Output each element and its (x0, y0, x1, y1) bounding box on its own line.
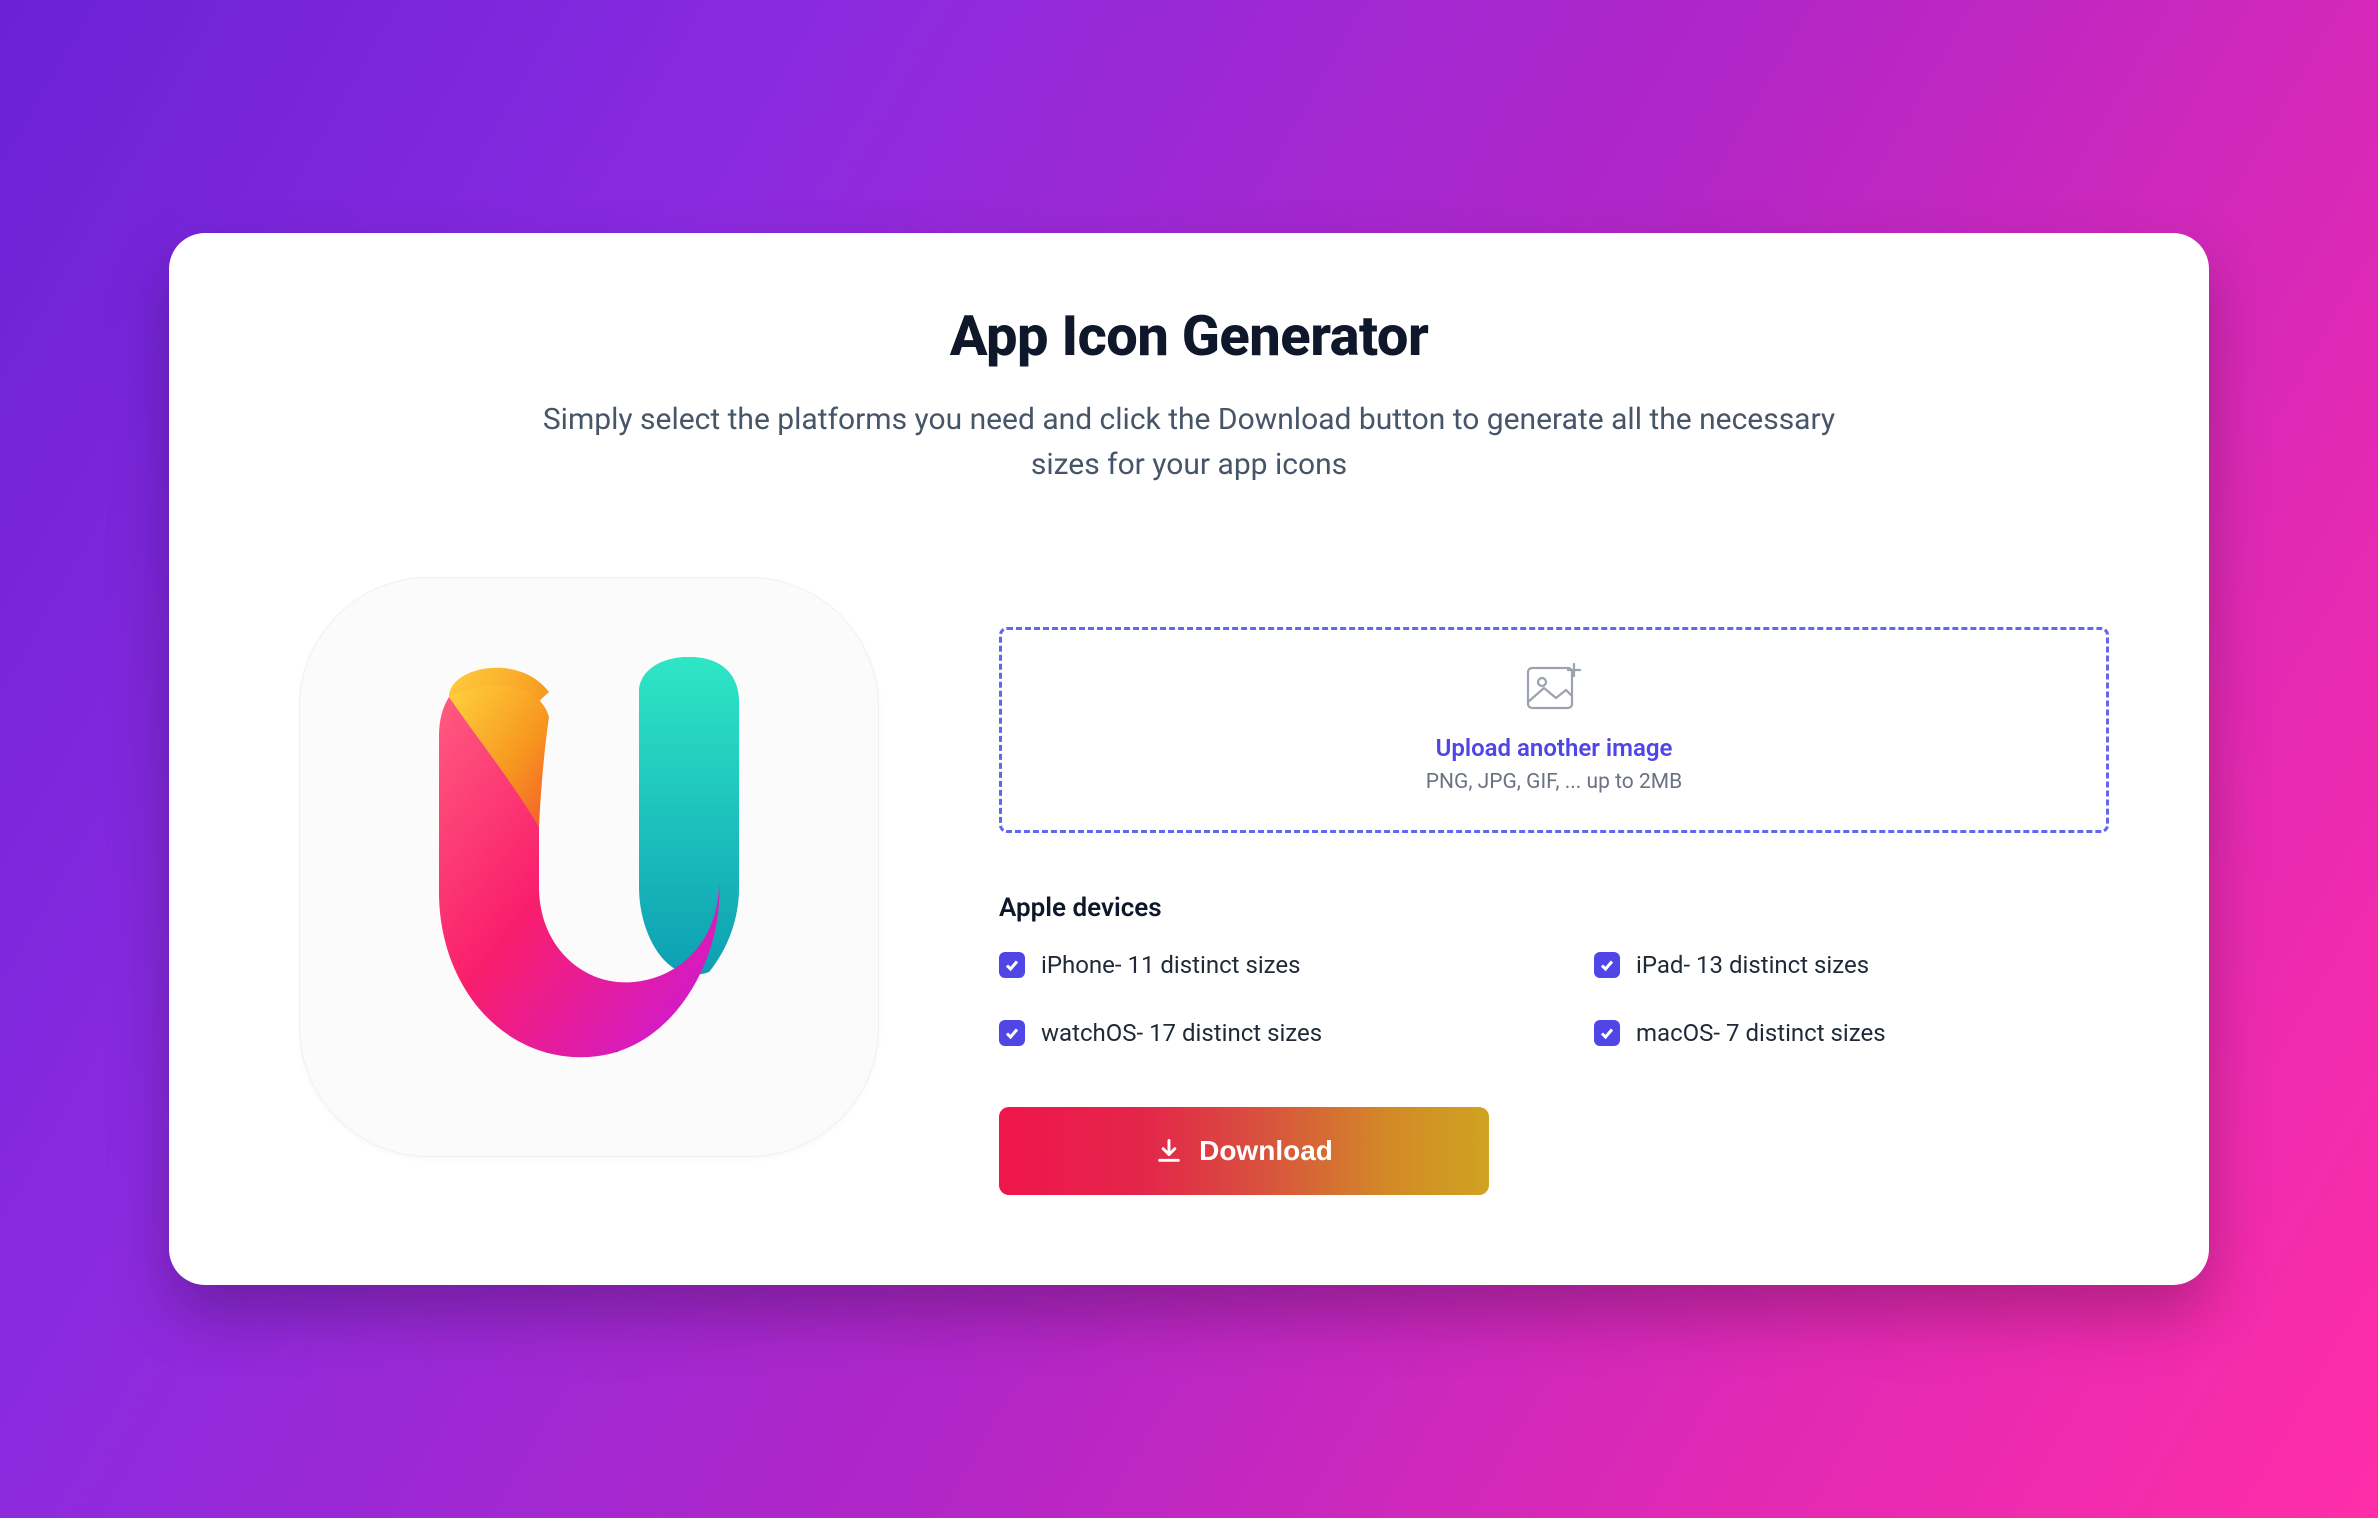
option-label: iPad- 13 distinct sizes (1636, 951, 1869, 979)
download-label: Download (1199, 1135, 1333, 1167)
app-logo-icon (409, 657, 769, 1077)
checkbox-checked-icon (999, 952, 1025, 978)
download-button[interactable]: Download (999, 1107, 1489, 1195)
option-label: macOS- 7 distinct sizes (1636, 1019, 1886, 1047)
upload-hint: PNG, JPG, GIF, ... up to 2MB (1022, 770, 2086, 794)
upload-label: Upload another image (1022, 734, 2086, 762)
upload-dropzone[interactable]: Upload another image PNG, JPG, GIF, ... … (999, 627, 2109, 833)
option-label: watchOS- 17 distinct sizes (1041, 1019, 1322, 1047)
image-upload-icon (1022, 662, 2086, 716)
header: App Icon Generator Simply select the pla… (269, 303, 2109, 487)
option-ipad[interactable]: iPad- 13 distinct sizes (1594, 951, 2109, 979)
generator-card: App Icon Generator Simply select the pla… (169, 233, 2209, 1285)
checkbox-checked-icon (1594, 952, 1620, 978)
page-subtitle: Simply select the platforms you need and… (539, 397, 1839, 487)
options-section-title: Apple devices (999, 893, 2109, 923)
content-row: Upload another image PNG, JPG, GIF, ... … (269, 577, 2109, 1195)
preview-column (269, 577, 879, 1157)
option-label: iPhone- 11 distinct sizes (1041, 951, 1301, 979)
download-icon (1155, 1137, 1183, 1165)
checkbox-checked-icon (1594, 1020, 1620, 1046)
checkbox-checked-icon (999, 1020, 1025, 1046)
option-macos[interactable]: macOS- 7 distinct sizes (1594, 1019, 2109, 1047)
option-iphone[interactable]: iPhone- 11 distinct sizes (999, 951, 1514, 979)
icon-preview (299, 577, 879, 1157)
platform-options: iPhone- 11 distinct sizes iPad- 13 disti… (999, 951, 2109, 1047)
page-title: App Icon Generator (269, 303, 2109, 369)
option-watchos[interactable]: watchOS- 17 distinct sizes (999, 1019, 1514, 1047)
controls-column: Upload another image PNG, JPG, GIF, ... … (999, 577, 2109, 1195)
